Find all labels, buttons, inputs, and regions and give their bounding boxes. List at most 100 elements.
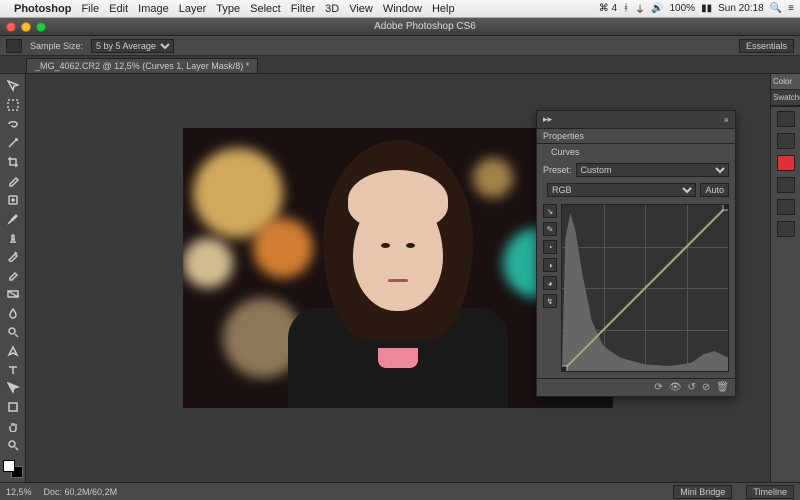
heal-tool[interactable] bbox=[3, 191, 23, 208]
options-bar: Sample Size: 5 by 5 Average Essentials bbox=[0, 36, 800, 56]
canvas-area[interactable]: ▸▸ × Properties Curves Preset: Custom RG… bbox=[26, 74, 770, 482]
adjustment-name: Curves bbox=[551, 147, 580, 157]
properties-tab-label: Properties bbox=[543, 131, 584, 141]
zoom-level[interactable]: 12,5% bbox=[6, 487, 32, 497]
adjustment-strip: Curves bbox=[537, 144, 735, 160]
previous-state-icon[interactable]: ⊘ bbox=[702, 382, 710, 393]
collapsed-panel-icon[interactable] bbox=[777, 199, 795, 215]
crop-tool[interactable] bbox=[3, 154, 23, 171]
menu-image[interactable]: Image bbox=[138, 3, 169, 15]
path-tool[interactable] bbox=[3, 380, 23, 397]
menu-select[interactable]: Select bbox=[250, 3, 281, 15]
doc-info[interactable]: Doc: 60,2M/60,2M bbox=[44, 487, 118, 497]
battery-icon[interactable]: ▮▮ bbox=[701, 3, 712, 14]
collapsed-panel-icon[interactable] bbox=[777, 155, 795, 171]
blur-tool[interactable] bbox=[3, 305, 23, 322]
dodge-tool[interactable] bbox=[3, 323, 23, 340]
curve-side-tools: ↘ ✎ ◔ ◑ ◕ ↯ bbox=[543, 204, 557, 372]
sample-black-icon[interactable]: ◔ bbox=[543, 240, 557, 254]
panel-header[interactable]: ▸▸ × bbox=[537, 111, 735, 129]
clock[interactable]: Sun 20:18 bbox=[718, 3, 764, 14]
minimize-button[interactable] bbox=[21, 22, 31, 32]
traffic-lights bbox=[6, 22, 46, 32]
app-menu[interactable]: Photoshop bbox=[14, 3, 71, 15]
collapsed-panel-icon[interactable] bbox=[777, 221, 795, 237]
sample-gray-icon[interactable]: ◑ bbox=[543, 258, 557, 272]
collapsed-panel-icon[interactable] bbox=[777, 111, 795, 127]
color-swatches[interactable] bbox=[3, 460, 23, 479]
panel-close-icon[interactable]: × bbox=[724, 115, 729, 125]
notification-icon[interactable]: ≡ bbox=[788, 3, 794, 14]
properties-tab[interactable]: Properties bbox=[537, 129, 735, 144]
clip-to-layer-icon[interactable]: ⟳ bbox=[654, 382, 662, 393]
tool-preset-picker[interactable] bbox=[6, 39, 22, 53]
curve-smoother-icon[interactable]: ↯ bbox=[543, 294, 557, 308]
zoom-tool[interactable] bbox=[3, 437, 23, 454]
shape-tool[interactable] bbox=[3, 399, 23, 416]
document-tab-bar: _MG_4062.CR2 @ 12,5% (Curves 1, Layer Ma… bbox=[0, 56, 800, 74]
pen-tool[interactable] bbox=[3, 342, 23, 359]
bluetooth-icon[interactable]: ᚼ bbox=[623, 3, 629, 14]
hand-tool[interactable] bbox=[3, 418, 23, 435]
move-tool[interactable] bbox=[3, 78, 23, 95]
foreground-color[interactable] bbox=[3, 460, 15, 472]
workspace-switcher[interactable]: Essentials bbox=[739, 39, 794, 53]
mac-menubar: Photoshop File Edit Image Layer Type Sel… bbox=[0, 0, 800, 18]
properties-panel[interactable]: ▸▸ × Properties Curves Preset: Custom RG… bbox=[536, 110, 736, 397]
stamp-tool[interactable] bbox=[3, 229, 23, 246]
gradient-tool[interactable] bbox=[3, 286, 23, 303]
panel-collapse-icon[interactable]: ▸▸ bbox=[543, 114, 552, 125]
auto-button[interactable]: Auto bbox=[700, 183, 729, 197]
menu-3d[interactable]: 3D bbox=[325, 3, 339, 15]
mac-status-area: ⌘ 4 ᚼ ⏚ 🔊 100% ▮▮ Sun 20:18 🔍 ≡ bbox=[599, 1, 794, 16]
sample-white-icon[interactable]: ◕ bbox=[543, 276, 557, 290]
history-brush-tool[interactable] bbox=[3, 248, 23, 265]
menu-window[interactable]: Window bbox=[383, 3, 422, 15]
document-tab[interactable]: _MG_4062.CR2 @ 12,5% (Curves 1, Layer Ma… bbox=[26, 58, 258, 73]
toolbox bbox=[0, 74, 26, 482]
menu-layer[interactable]: Layer bbox=[179, 3, 207, 15]
zoom-button[interactable] bbox=[36, 22, 46, 32]
curve-point-tool[interactable]: ↘ bbox=[543, 204, 557, 218]
volume-icon[interactable]: 🔊 bbox=[651, 3, 663, 14]
preset-select[interactable]: Custom bbox=[576, 163, 729, 177]
sample-size-select[interactable]: 5 by 5 Average bbox=[91, 39, 174, 53]
battery-pct: 100% bbox=[670, 3, 696, 14]
wifi-icon[interactable]: ⏚ bbox=[635, 1, 645, 16]
sample-size-label: Sample Size: bbox=[30, 41, 83, 51]
toggle-visibility-icon[interactable]: 👁 bbox=[669, 382, 682, 393]
channel-select[interactable]: RGB bbox=[547, 183, 696, 197]
curves-graph[interactable] bbox=[561, 204, 729, 372]
window-title: Adobe Photoshop CS6 bbox=[56, 21, 794, 32]
eraser-tool[interactable] bbox=[3, 267, 23, 284]
menu-type[interactable]: Type bbox=[216, 3, 240, 15]
menu-file[interactable]: File bbox=[81, 3, 99, 15]
panel-footer: ⟳ 👁 ↺ ⊘ 🗑 bbox=[537, 378, 735, 396]
curve-pencil-tool[interactable]: ✎ bbox=[543, 222, 557, 236]
menu-help[interactable]: Help bbox=[432, 3, 455, 15]
wand-tool[interactable] bbox=[3, 135, 23, 152]
spotlight-icon[interactable]: 🔍 bbox=[770, 3, 782, 14]
menu-view[interactable]: View bbox=[349, 3, 373, 15]
eyedropper-tool[interactable] bbox=[3, 172, 23, 189]
preset-label: Preset: bbox=[543, 165, 572, 175]
mini-bridge-tab[interactable]: Mini Bridge bbox=[673, 485, 732, 499]
window-titlebar[interactable]: Adobe Photoshop CS6 bbox=[0, 18, 800, 36]
right-panel-dock: Color Swatches bbox=[770, 74, 800, 482]
swatches-panel-tab[interactable]: Swatches bbox=[771, 90, 800, 106]
marquee-tool[interactable] bbox=[3, 97, 23, 114]
brush-tool[interactable] bbox=[3, 210, 23, 227]
reset-icon[interactable]: ↺ bbox=[688, 382, 696, 393]
timeline-tab[interactable]: Timeline bbox=[746, 485, 794, 499]
status-bar: 12,5% Doc: 60,2M/60,2M Mini Bridge Timel… bbox=[0, 482, 800, 500]
collapsed-panel-icon[interactable] bbox=[777, 133, 795, 149]
menu-filter[interactable]: Filter bbox=[291, 3, 315, 15]
collapsed-panel-icon[interactable] bbox=[777, 177, 795, 193]
lasso-tool[interactable] bbox=[3, 116, 23, 133]
close-button[interactable] bbox=[6, 22, 16, 32]
app-switcher-icon[interactable]: ⌘ 4 bbox=[599, 3, 617, 14]
trash-icon[interactable]: 🗑 bbox=[716, 382, 729, 393]
type-tool[interactable] bbox=[3, 361, 23, 378]
color-panel-tab[interactable]: Color bbox=[771, 74, 800, 90]
menu-edit[interactable]: Edit bbox=[109, 3, 128, 15]
